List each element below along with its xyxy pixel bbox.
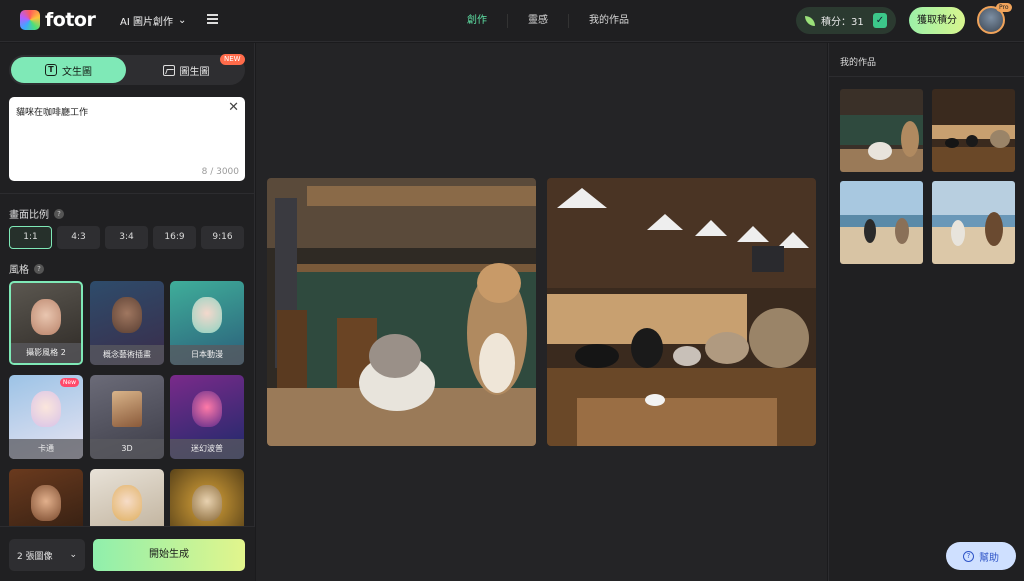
ai-image-creation-menu[interactable]: AI 圖片創作 ⌄ (120, 13, 186, 28)
ai-menu-label: AI 圖片創作 (120, 17, 173, 28)
generate-bar: 2 張圖像 ⌄ 開始生成 (0, 526, 255, 581)
style-card-concept-art[interactable]: 概念藝術插畫 (90, 281, 164, 365)
style-thumbnail (31, 391, 61, 427)
work-thumbnail-image (932, 181, 1015, 264)
credits-label: 積分：31 (821, 17, 864, 28)
style-card-7[interactable] (9, 469, 83, 526)
style-card-label: 卡通 (9, 439, 83, 459)
task-check-icon[interactable]: ✓ (873, 13, 887, 28)
my-works-panel: 我的作品 (828, 43, 1024, 581)
ratio-option-4-3[interactable]: 4:3 (57, 226, 100, 249)
help-icon: ? (963, 550, 974, 562)
new-badge: New (59, 378, 79, 387)
credits-pill[interactable]: 積分：31 ✓ (796, 7, 896, 34)
cats-cafe-image-2 (547, 178, 816, 446)
generated-image-2[interactable] (547, 178, 816, 446)
work-thumbnail-2[interactable] (932, 89, 1015, 172)
help-icon[interactable]: ? (54, 208, 64, 219)
aspect-ratio-label: 畫面比例 (9, 210, 49, 221)
style-card-psychedelic-pop[interactable]: 迷幻波普 (170, 375, 244, 459)
style-card-label: 3D (90, 439, 164, 459)
image-icon (162, 64, 175, 76)
style-card-cartoon[interactable]: New 卡通 (9, 375, 83, 459)
leaf-icon (805, 15, 815, 26)
style-thumbnail (112, 485, 142, 521)
style-card-label: 日本動漫 (170, 345, 244, 365)
ratio-option-16-9[interactable]: 16:9 (153, 226, 196, 249)
divider (829, 76, 1024, 77)
prompt-text[interactable]: 貓咪在咖啡廳工作 (16, 105, 88, 118)
logo-text: fotor (45, 9, 96, 31)
tab-image-to-image-label: 圖生圖 (179, 66, 210, 78)
prompt-input[interactable]: 貓咪在咖啡廳工作 ✕ 8 / 3000 (9, 97, 245, 181)
fotor-logo[interactable]: fotor (20, 9, 96, 31)
tab-text-to-image-label: 文生圖 (62, 66, 92, 78)
style-thumbnail (31, 485, 61, 521)
style-thumbnail (112, 391, 142, 427)
style-heading: 風格 ? (9, 261, 44, 276)
style-card-label: 概念藝術插畫 (90, 345, 164, 365)
ratio-option-3-4[interactable]: 3:4 (105, 226, 148, 249)
image-count-value: 2 張圖像 (17, 551, 53, 562)
main-nav: 創作 靈感 我的作品 (447, 0, 649, 42)
divider (0, 193, 255, 194)
style-card-9[interactable] (170, 469, 244, 526)
top-bar: fotor AI 圖片創作 ⌄ 創作 靈感 我的作品 積分：31 ✓ 獲取積分 … (0, 0, 1024, 42)
help-button[interactable]: ? 幫助 (946, 542, 1016, 570)
new-badge: NEW (220, 54, 245, 65)
nav-my-works[interactable]: 我的作品 (569, 14, 649, 28)
work-thumbnail-4[interactable] (932, 181, 1015, 264)
nav-create[interactable]: 創作 (447, 14, 508, 28)
style-card-label: 攝影風格 2 (11, 343, 81, 363)
get-credits-button[interactable]: 獲取積分 (909, 7, 965, 34)
chevron-down-icon: ⌄ (177, 15, 187, 26)
chevron-down-icon: ⌄ (69, 550, 77, 560)
close-icon[interactable]: ✕ (228, 100, 239, 115)
style-label: 風格 (9, 265, 29, 276)
menu-icon[interactable] (207, 14, 218, 24)
nav-inspiration[interactable]: 靈感 (508, 14, 569, 28)
style-thumbnail (31, 299, 61, 335)
work-thumbnail-image (840, 181, 923, 264)
left-panel: T 文生圖 圖生圖 NEW 貓咪在咖啡廳工作 ✕ 8 / 3000 畫面比例 ?… (0, 43, 255, 581)
my-works-title: 我的作品 (840, 58, 877, 68)
style-grid: 攝影風格 2 概念藝術插畫 日本動漫 New 卡通 3D 迷幻波普 (9, 281, 245, 526)
help-icon[interactable]: ? (34, 263, 44, 274)
image-count-select[interactable]: 2 張圖像 ⌄ (9, 539, 85, 571)
help-label: 幫助 (979, 552, 999, 564)
style-thumbnail (192, 297, 222, 333)
mode-tabs: T 文生圖 圖生圖 (9, 55, 245, 85)
ratio-option-1-1[interactable]: 1:1 (9, 226, 52, 249)
result-canvas (256, 43, 827, 581)
style-thumbnail (192, 391, 222, 427)
ratio-option-9-16[interactable]: 9:16 (201, 226, 244, 249)
work-thumbnail-3[interactable] (840, 181, 923, 264)
aspect-ratio-heading: 畫面比例 ? (9, 206, 64, 221)
prompt-char-count: 8 / 3000 (201, 167, 239, 177)
style-thumbnail (112, 297, 142, 333)
style-card-photography-2[interactable]: 攝影風格 2 (9, 281, 83, 365)
style-card-8[interactable] (90, 469, 164, 526)
pro-badge: Pro (996, 3, 1012, 12)
style-thumbnail (192, 485, 222, 521)
generated-image-1[interactable] (267, 178, 536, 446)
work-thumbnail-1[interactable] (840, 89, 923, 172)
fotor-logo-icon (20, 10, 40, 30)
generate-button[interactable]: 開始生成 (93, 539, 245, 571)
style-card-label: 迷幻波普 (170, 439, 244, 459)
aspect-ratio-options: 1:1 4:3 3:4 16:9 9:16 (9, 226, 244, 249)
work-thumbnail-image (840, 89, 923, 172)
text-icon: T (45, 64, 57, 76)
cats-cafe-image-1 (267, 178, 536, 446)
tab-text-to-image[interactable]: T 文生圖 (11, 57, 126, 83)
style-card-anime[interactable]: 日本動漫 (170, 281, 244, 365)
work-thumbnail-image (932, 89, 1015, 172)
style-card-3d[interactable]: 3D (90, 375, 164, 459)
